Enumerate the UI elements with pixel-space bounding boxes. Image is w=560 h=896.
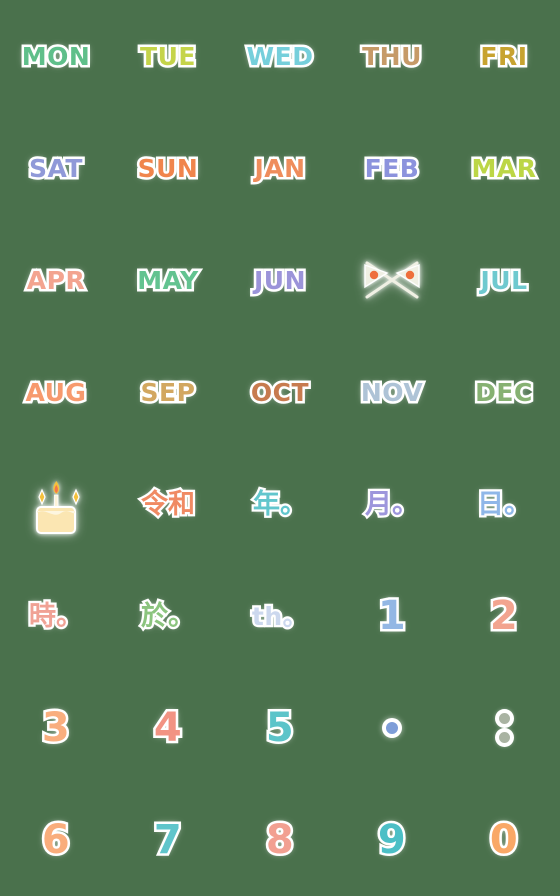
sticker-cell[interactable] bbox=[0, 448, 112, 560]
sticker-reiwa[interactable]: 令和 bbox=[139, 488, 198, 520]
sticker-cell[interactable]: 日。 bbox=[448, 448, 560, 560]
sticker-digit-6[interactable]: 6 bbox=[39, 818, 72, 863]
sticker-cell[interactable]: 於。 bbox=[112, 560, 224, 672]
sticker-cell[interactable]: 1 bbox=[336, 560, 448, 672]
sticker-sun[interactable]: SUN bbox=[135, 153, 200, 183]
sticker-cell[interactable]: JUN bbox=[224, 224, 336, 336]
sticker-cell[interactable]: APR bbox=[0, 224, 112, 336]
sticker-may[interactable]: MAY bbox=[135, 265, 201, 295]
sticker-cell[interactable]: 2 bbox=[448, 560, 560, 672]
sticker-birthday-cake[interactable] bbox=[27, 473, 85, 535]
sticker-fri[interactable]: FRI bbox=[478, 41, 530, 71]
sticker-grid: MON TUE WED THU FRI SAT SUN JAN FEB MAR APR MAY JUN … bbox=[0, 0, 560, 896]
sticker-cell[interactable]: 年。 bbox=[224, 448, 336, 560]
sticker-day[interactable]: 日。 bbox=[475, 488, 534, 520]
sticker-year[interactable]: 年。 bbox=[251, 488, 310, 520]
sticker-cell[interactable] bbox=[336, 672, 448, 784]
sticker-cell[interactable]: JAN bbox=[224, 112, 336, 224]
sticker-thu[interactable]: THU bbox=[360, 41, 424, 71]
sticker-cell[interactable] bbox=[336, 224, 448, 336]
sticker-cell[interactable]: 3 bbox=[0, 672, 112, 784]
sticker-cell[interactable]: 時。 bbox=[0, 560, 112, 672]
sticker-apr[interactable]: APR bbox=[24, 265, 87, 295]
sticker-at[interactable]: 於。 bbox=[139, 600, 198, 632]
sticker-digit-5[interactable]: 5 bbox=[263, 706, 296, 751]
sticker-cell[interactable]: SUN bbox=[112, 112, 224, 224]
sticker-wed[interactable]: WED bbox=[244, 41, 315, 71]
sticker-hour[interactable]: 時。 bbox=[27, 600, 86, 632]
sticker-colon[interactable] bbox=[498, 713, 510, 743]
sticker-digit-8[interactable]: 8 bbox=[263, 818, 296, 863]
sticker-cell[interactable] bbox=[448, 672, 560, 784]
sticker-cell[interactable]: 令和 bbox=[112, 448, 224, 560]
crossed-flags-icon bbox=[364, 261, 420, 299]
sticker-period[interactable] bbox=[386, 722, 398, 734]
sticker-cell[interactable]: AUG bbox=[0, 336, 112, 448]
sticker-cell[interactable]: OCT bbox=[224, 336, 336, 448]
sticker-cell[interactable]: DEC bbox=[448, 336, 560, 448]
sticker-cell[interactable]: SEP bbox=[112, 336, 224, 448]
sticker-cell[interactable]: 8 bbox=[224, 784, 336, 896]
sticker-cell[interactable]: 5 bbox=[224, 672, 336, 784]
sticker-cell[interactable]: th。 bbox=[224, 560, 336, 672]
colon-dot-bottom bbox=[498, 732, 510, 743]
sticker-digit-9[interactable]: 9 bbox=[375, 818, 408, 863]
sticker-cell[interactable]: JUL bbox=[448, 224, 560, 336]
emoji-sticker-sheet: MON TUE WED THU FRI SAT SUN JAN FEB MAR APR MAY JUN … bbox=[0, 0, 560, 896]
sticker-aug[interactable]: AUG bbox=[23, 377, 88, 407]
sticker-cell[interactable]: 月。 bbox=[336, 448, 448, 560]
sticker-crossed-flags[interactable] bbox=[359, 257, 425, 303]
sticker-tue[interactable]: TUE bbox=[138, 41, 198, 71]
sticker-cell[interactable]: FRI bbox=[448, 0, 560, 112]
sticker-cell[interactable]: 9 bbox=[336, 784, 448, 896]
sticker-cell[interactable]: 4 bbox=[112, 672, 224, 784]
sticker-jul[interactable]: JUL bbox=[478, 265, 530, 295]
sticker-cell[interactable]: MAY bbox=[112, 224, 224, 336]
sticker-oct[interactable]: OCT bbox=[248, 377, 311, 407]
sticker-month[interactable]: 月。 bbox=[363, 488, 422, 520]
birthday-cake-icon bbox=[36, 481, 80, 534]
sticker-cell[interactable]: 7 bbox=[112, 784, 224, 896]
sticker-dec[interactable]: DEC bbox=[473, 377, 535, 407]
sticker-digit-3[interactable]: 3 bbox=[39, 706, 72, 751]
sticker-cell[interactable]: NOV bbox=[336, 336, 448, 448]
sticker-cell[interactable]: MON bbox=[0, 0, 112, 112]
sticker-nov[interactable]: NOV bbox=[358, 377, 425, 407]
sticker-th[interactable]: th。 bbox=[250, 601, 310, 631]
sticker-digit-7[interactable]: 7 bbox=[151, 818, 184, 863]
sticker-jan[interactable]: JAN bbox=[252, 153, 308, 183]
sticker-digit-0[interactable]: 0 bbox=[487, 818, 520, 863]
sticker-cell[interactable]: SAT bbox=[0, 112, 112, 224]
sticker-mon[interactable]: MON bbox=[19, 41, 92, 71]
sticker-sat[interactable]: SAT bbox=[27, 153, 85, 183]
sticker-digit-4[interactable]: 4 bbox=[151, 706, 184, 751]
sticker-cell[interactable]: TUE bbox=[112, 0, 224, 112]
sticker-digit-1[interactable]: 1 bbox=[375, 594, 408, 639]
sticker-cell[interactable]: WED bbox=[224, 0, 336, 112]
sticker-jun[interactable]: JUN bbox=[251, 265, 308, 295]
sticker-cell[interactable]: 6 bbox=[0, 784, 112, 896]
sticker-cell[interactable]: FEB bbox=[336, 112, 448, 224]
sticker-mar[interactable]: MAR bbox=[469, 153, 538, 183]
sticker-feb[interactable]: FEB bbox=[362, 153, 421, 183]
sticker-sep[interactable]: SEP bbox=[138, 377, 197, 407]
sticker-cell[interactable]: MAR bbox=[448, 112, 560, 224]
sticker-digit-2[interactable]: 2 bbox=[487, 594, 520, 639]
colon-dot-top bbox=[498, 713, 510, 724]
sticker-cell[interactable]: 0 bbox=[448, 784, 560, 896]
sticker-cell[interactable]: THU bbox=[336, 0, 448, 112]
